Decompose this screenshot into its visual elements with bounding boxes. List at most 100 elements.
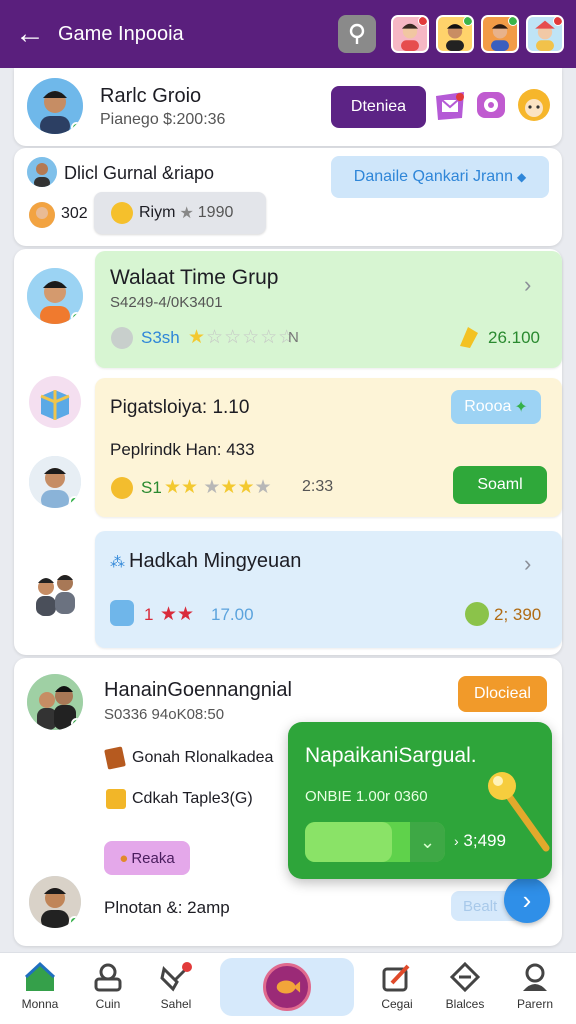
friend-avatar-3[interactable]	[481, 15, 519, 53]
group-tile-value-a: 17.00	[211, 605, 254, 624]
star-rating: ★★ ★★★★	[164, 477, 272, 498]
nav-item-sahel[interactable]: Sahel	[143, 961, 209, 1011]
back-arrow-icon[interactable]: ←	[12, 16, 48, 52]
group-tile-value-b: 2; 390	[494, 605, 542, 624]
group-tile-subtitle: S4249-4/0K3401	[110, 294, 223, 311]
nav-item-parern[interactable]: Parern	[502, 961, 568, 1011]
nav-center-tab[interactable]	[220, 958, 354, 1016]
avatar[interactable]	[29, 202, 55, 228]
people-icon	[36, 575, 75, 616]
stack-icon	[110, 600, 134, 626]
chat-heart-icon[interactable]	[473, 88, 509, 124]
group-detail-name: HanainGoennangnial	[104, 679, 292, 701]
sparkle-icon: ✦	[514, 399, 528, 416]
app-header: ← Game Inpooia	[0, 0, 576, 68]
rating-badge-label: Riym	[139, 204, 176, 221]
search-button[interactable]	[338, 15, 376, 53]
notification-dot	[508, 17, 517, 26]
rating-badge[interactable]: Riym ★ 1990	[94, 192, 266, 234]
profile-icon	[523, 963, 547, 991]
group-info-label: Danaile Qankari Jrann	[353, 168, 513, 185]
box-icon	[106, 789, 126, 809]
group-tile-title: Pigatsloiya: 1.10	[110, 397, 250, 418]
next-fab-button[interactable]: ›	[504, 877, 550, 923]
notification-dot	[418, 17, 427, 26]
nav-item-blalces[interactable]: Blalces	[432, 961, 498, 1011]
nav-label: Sahel	[160, 997, 192, 1011]
group-avatar[interactable]	[27, 674, 83, 730]
nav-item-home[interactable]: Monna	[7, 961, 73, 1011]
sparkle-icon: ◆	[516, 170, 527, 184]
group-tile-button[interactable]: Soaml	[453, 466, 547, 504]
nav-item-cegai[interactable]: Cegai	[364, 961, 430, 1011]
coin-bag-icon	[465, 602, 489, 626]
smiley-icon	[111, 202, 133, 224]
book-icon	[104, 746, 126, 770]
magic-wand-icon	[484, 762, 554, 852]
profile-name: Rarlc Groio	[100, 85, 202, 107]
house-icon	[24, 961, 56, 991]
avatar[interactable]	[27, 78, 83, 134]
friend-avatar-2[interactable]	[436, 15, 474, 53]
search-icon	[349, 23, 365, 44]
person-icon	[27, 157, 57, 187]
chevron-right-icon[interactable]: ›	[524, 551, 531, 577]
group-tile-title-text: Hadkah Mingyeuan	[129, 550, 302, 572]
avatar[interactable]	[29, 876, 81, 928]
popup-subtitle: ONBIE 1.00r 0360	[305, 788, 428, 805]
star-rating: ★☆☆☆☆☆	[188, 327, 297, 348]
avatar[interactable]	[27, 268, 83, 324]
group-avatar[interactable]	[27, 563, 83, 619]
mail-heart-icon[interactable]	[432, 88, 468, 124]
star-icon: ★	[179, 205, 194, 222]
person-icon	[29, 202, 55, 228]
popup-title: NapaikaniSargual.	[305, 744, 477, 767]
popup-progress-fill	[305, 822, 392, 862]
leaf-icon: ⁂	[110, 554, 125, 571]
bag-icon: ●	[119, 849, 129, 867]
profile-action-button[interactable]: Dteniea	[331, 86, 426, 128]
online-status-dot	[71, 122, 82, 133]
edit-icon	[382, 964, 410, 992]
notification-dot	[553, 17, 562, 26]
friend-avatar-1[interactable]	[391, 15, 429, 53]
member-count: 302	[61, 205, 88, 222]
notification-dot	[463, 17, 472, 26]
group-tile-stat-label: S3sh	[141, 328, 180, 347]
popup-progress-bar[interactable]: ⌄	[305, 822, 445, 862]
star-rating: ★★	[160, 604, 195, 625]
group-detail-tag[interactable]: ● Reaka	[104, 841, 190, 875]
nav-label: Cuin	[95, 997, 121, 1011]
online-status-dot	[69, 496, 80, 507]
group-detail-item: Cdkah Taple3(G)	[132, 790, 253, 807]
group-info-pill[interactable]: Danaile Qankari Jrann ◆	[331, 156, 549, 198]
group-detail-tag-label: Reaka	[131, 849, 175, 867]
gift-box-icon[interactable]	[29, 376, 81, 428]
cart-icon	[94, 963, 122, 992]
friend-avatar-4[interactable]	[526, 15, 564, 53]
smiley-icon[interactable]	[515, 86, 553, 124]
reward-popup: NapaikaniSargual. ONBIE 1.00r 0360 ⌄ › 3…	[288, 722, 552, 879]
group-tile-title: Walaat Time Grup	[110, 266, 279, 289]
emoji-icon	[111, 477, 133, 499]
nav-label: Blalces	[445, 997, 485, 1011]
center-action-button[interactable]	[263, 963, 311, 1011]
avatar[interactable]	[27, 157, 57, 187]
diamond-icon	[449, 961, 481, 993]
group-detail-button[interactable]: Dlocieal	[458, 676, 547, 712]
group-detail-item: Gonah Rlonalkadea	[132, 749, 274, 766]
profile-subtitle: Pianego $:200:36	[100, 111, 226, 128]
chevron-right-icon[interactable]: ›	[524, 272, 531, 298]
group-tile-value: 26.100	[488, 328, 540, 347]
group-tile-line: Peplrindk Han: 433	[110, 440, 255, 459]
nav-item-cuin[interactable]: Cuin	[75, 961, 141, 1011]
tag-icon	[160, 962, 192, 992]
group-tile[interactable]	[95, 531, 562, 648]
group-tile-tag-label: Roooa	[464, 398, 512, 415]
chevron-down-icon[interactable]: ⌄	[410, 822, 445, 862]
group-tile-tag[interactable]: Roooa ✦	[451, 390, 541, 424]
nav-label: Parern	[516, 997, 554, 1011]
trophy-icon	[456, 324, 482, 350]
group-tile-stat: S1	[141, 478, 162, 497]
avatar[interactable]	[29, 456, 81, 508]
